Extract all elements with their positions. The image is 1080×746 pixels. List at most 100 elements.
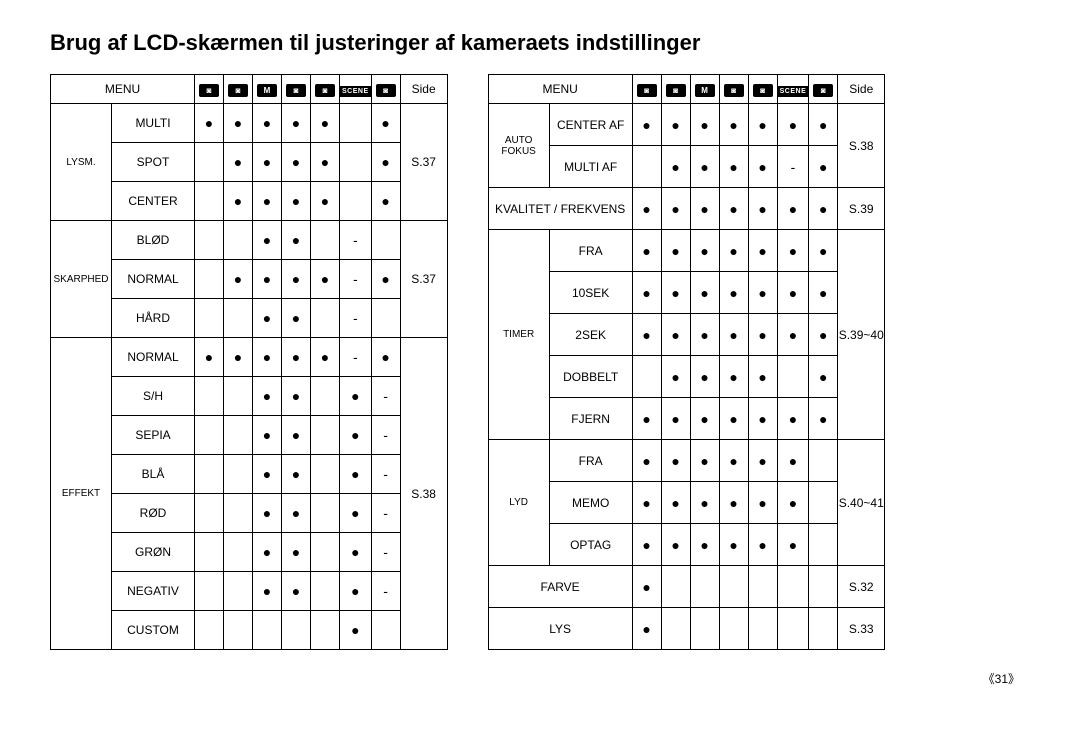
- mark-cell: ●: [777, 314, 809, 356]
- mark-cell: ●: [661, 356, 690, 398]
- mark-cell: ●: [748, 230, 777, 272]
- mark-cell: ●: [282, 455, 311, 494]
- mark-cell: ●: [809, 230, 838, 272]
- mark-cell: [311, 533, 340, 572]
- mark-cell: [632, 146, 661, 188]
- mark-cell: -: [371, 377, 400, 416]
- mark-cell: ●: [690, 104, 719, 146]
- category-cell: TIMER: [488, 230, 549, 440]
- mark-cell: -: [371, 455, 400, 494]
- menu-item-cell: MEMO: [549, 482, 632, 524]
- mark-cell: ●: [777, 398, 809, 440]
- mark-cell: ●: [661, 398, 690, 440]
- mark-cell: ●: [632, 230, 661, 272]
- mode-icon: SCENE: [777, 75, 809, 104]
- mark-cell: ●: [195, 338, 224, 377]
- table-row: TIMERFRA●●●●●●●S.39~40: [488, 230, 885, 272]
- mark-cell: ●: [661, 440, 690, 482]
- mark-cell: ●: [690, 398, 719, 440]
- menu-item-cell: FARVE: [488, 566, 632, 608]
- mark-cell: ●: [253, 494, 282, 533]
- mark-cell: ●: [690, 482, 719, 524]
- mark-cell: [809, 440, 838, 482]
- mark-cell: ●: [777, 524, 809, 566]
- page-ref-cell: S.39: [838, 188, 885, 230]
- mark-cell: [224, 299, 253, 338]
- mark-cell: ●: [690, 230, 719, 272]
- mode-icon: M: [690, 75, 719, 104]
- mark-cell: -: [371, 416, 400, 455]
- mark-cell: [195, 221, 224, 260]
- mark-cell: ●: [632, 398, 661, 440]
- category-cell: EFFEKT: [51, 338, 112, 650]
- menu-item-cell: CUSTOM: [112, 611, 195, 650]
- menu-item-cell: BLÅ: [112, 455, 195, 494]
- mark-cell: ●: [282, 104, 311, 143]
- mark-cell: [224, 221, 253, 260]
- menu-item-cell: GRØN: [112, 533, 195, 572]
- mark-cell: ●: [777, 230, 809, 272]
- menu-header: MENU: [488, 75, 632, 104]
- mark-cell: ●: [253, 182, 282, 221]
- mark-cell: ●: [253, 260, 282, 299]
- mark-cell: ●: [690, 272, 719, 314]
- mark-cell: [224, 377, 253, 416]
- mark-cell: ●: [661, 146, 690, 188]
- mode-icon: ◙: [632, 75, 661, 104]
- menu-item-cell: 10SEK: [549, 272, 632, 314]
- mark-cell: ●: [224, 143, 253, 182]
- mark-cell: [224, 611, 253, 650]
- menu-item-cell: CENTER AF: [549, 104, 632, 146]
- mark-cell: ●: [282, 338, 311, 377]
- mode-icon: M: [253, 75, 282, 104]
- table-row: AUTO FOKUSCENTER AF●●●●●●●S.38: [488, 104, 885, 146]
- mark-cell: ●: [809, 146, 838, 188]
- mark-cell: ●: [661, 524, 690, 566]
- mark-cell: ●: [311, 143, 340, 182]
- mark-cell: [371, 221, 400, 260]
- mark-cell: -: [340, 260, 372, 299]
- side-header: Side: [838, 75, 885, 104]
- mark-cell: [690, 566, 719, 608]
- right-table: MENU ◙ ◙ M ◙ ◙ SCENE ◙ Side AUTO FOKUSCE…: [488, 74, 886, 650]
- page-ref-cell: S.33: [838, 608, 885, 650]
- mark-cell: [224, 572, 253, 611]
- category-cell: LYSM.: [51, 104, 112, 221]
- mark-cell: [809, 482, 838, 524]
- mark-cell: [719, 608, 748, 650]
- left-table: MENU ◙ ◙ M ◙ ◙ SCENE ◙ Side LYSM.MULTI●●…: [50, 74, 448, 650]
- mark-cell: ●: [311, 338, 340, 377]
- mark-cell: -: [371, 494, 400, 533]
- mark-cell: ●: [311, 260, 340, 299]
- mode-icon: ◙: [748, 75, 777, 104]
- mark-cell: ●: [632, 104, 661, 146]
- menu-item-cell: SPOT: [112, 143, 195, 182]
- mode-icon: ◙: [195, 75, 224, 104]
- mark-cell: ●: [719, 314, 748, 356]
- mark-cell: ●: [282, 143, 311, 182]
- mark-cell: ●: [340, 533, 372, 572]
- mode-icon: ◙: [809, 75, 838, 104]
- mark-cell: [777, 608, 809, 650]
- mark-cell: [311, 455, 340, 494]
- mode-icon: ◙: [719, 75, 748, 104]
- mark-cell: ●: [777, 482, 809, 524]
- mark-cell: ●: [282, 572, 311, 611]
- mark-cell: [311, 377, 340, 416]
- mark-cell: [253, 611, 282, 650]
- table-row: EFFEKTNORMAL●●●●●-●S.38: [51, 338, 448, 377]
- table-row: FARVE●S.32: [488, 566, 885, 608]
- table-header-row: MENU ◙ ◙ M ◙ ◙ SCENE ◙ Side: [51, 75, 448, 104]
- mark-cell: [195, 377, 224, 416]
- mark-cell: ●: [340, 494, 372, 533]
- mark-cell: ●: [195, 104, 224, 143]
- mark-cell: ●: [340, 455, 372, 494]
- mark-cell: ●: [809, 398, 838, 440]
- mark-cell: [632, 356, 661, 398]
- mark-cell: [224, 455, 253, 494]
- mark-cell: ●: [748, 104, 777, 146]
- menu-item-cell: OPTAG: [549, 524, 632, 566]
- menu-item-cell: CENTER: [112, 182, 195, 221]
- mark-cell: [809, 524, 838, 566]
- mark-cell: ●: [253, 455, 282, 494]
